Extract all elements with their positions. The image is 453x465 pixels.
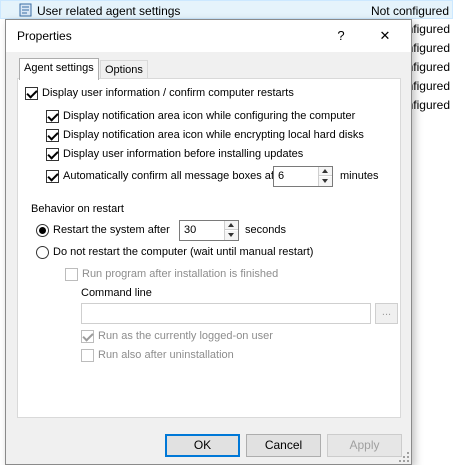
run-program-checkbox[interactable]	[65, 268, 78, 281]
notify-encrypting-label: Display notification area icon while enc…	[63, 129, 364, 141]
policy-icon	[19, 3, 32, 17]
stepper-down-icon[interactable]	[319, 177, 332, 186]
list-row-name: User related agent settings	[37, 4, 181, 18]
notify-configuring-checkbox[interactable]	[46, 110, 59, 123]
info-before-updates-checkbox[interactable]	[46, 148, 59, 161]
resize-grip-icon[interactable]	[398, 451, 410, 463]
close-button[interactable]: ✕	[363, 20, 407, 52]
list-row-status-partial: nfigured	[406, 98, 450, 112]
display-user-info-checkbox[interactable]	[25, 87, 38, 100]
info-before-updates-label: Display user information before installi…	[63, 148, 304, 160]
dialog-titlebar[interactable]: Properties ? ✕	[6, 20, 411, 52]
apply-button[interactable]: Apply	[327, 434, 402, 457]
run-as-user-checkbox[interactable]	[81, 330, 94, 343]
command-line-label: Command line	[81, 287, 152, 299]
auto-confirm-minutes-stepper[interactable]: 6	[273, 166, 333, 187]
tab-label: Agent settings	[24, 62, 94, 74]
restart-system-label: Restart the system after	[53, 224, 170, 236]
ok-button[interactable]: OK	[165, 434, 240, 457]
run-after-uninstall-checkbox[interactable]	[81, 349, 94, 362]
command-line-input[interactable]	[81, 303, 371, 324]
tab-agent-settings[interactable]: Agent settings	[19, 58, 99, 80]
stepper-value: 6	[278, 170, 285, 182]
notify-encrypting-checkbox[interactable]	[46, 129, 59, 142]
stepper-value: 30	[184, 224, 197, 236]
agent-settings-panel: Display user information / confirm compu…	[17, 78, 401, 418]
behavior-on-restart-label: Behavior on restart	[31, 203, 124, 215]
auto-confirm-label: Automatically confirm all message boxes …	[63, 170, 287, 182]
list-row-user-agent-settings[interactable]: User related agent settings Not configur…	[0, 0, 453, 19]
list-row-status: Not configured	[370, 4, 449, 18]
no-restart-radio[interactable]	[36, 246, 49, 259]
list-row-status-partial: nfigured	[406, 79, 450, 93]
cancel-button[interactable]: Cancel	[246, 434, 321, 457]
stepper-down-icon[interactable]	[225, 231, 238, 240]
stepper-up-icon[interactable]	[319, 167, 332, 176]
notify-configuring-label: Display notification area icon while con…	[63, 110, 356, 122]
list-row-status-partial: nfigured	[406, 41, 450, 55]
minutes-unit-label: minutes	[340, 170, 379, 182]
list-row-status-partial: nfigured	[406, 22, 450, 36]
stepper-arrows	[224, 221, 238, 240]
restart-seconds-stepper[interactable]: 30	[179, 220, 239, 241]
no-restart-label: Do not restart the computer (wait until …	[53, 246, 314, 258]
run-after-uninstall-label: Run also after uninstallation	[98, 349, 234, 361]
run-program-label: Run program after installation is finish…	[82, 268, 279, 280]
run-as-user-label: Run as the currently logged-on user	[98, 330, 273, 342]
restart-system-radio[interactable]	[36, 224, 49, 237]
properties-dialog: Properties ? ✕ Agent settings Options Di…	[5, 19, 412, 465]
seconds-unit-label: seconds	[245, 224, 286, 236]
dialog-title: Properties	[17, 29, 72, 43]
list-row-status-partial: nfigured	[406, 60, 450, 74]
stepper-up-icon[interactable]	[225, 221, 238, 230]
tab-options[interactable]: Options	[100, 60, 148, 80]
help-button[interactable]: ?	[319, 20, 363, 52]
auto-confirm-checkbox[interactable]	[46, 170, 59, 183]
stepper-arrows	[318, 167, 332, 186]
display-user-info-label: Display user information / confirm compu…	[42, 87, 294, 99]
tab-label: Options	[105, 64, 143, 76]
browse-button[interactable]: ...	[375, 303, 398, 324]
